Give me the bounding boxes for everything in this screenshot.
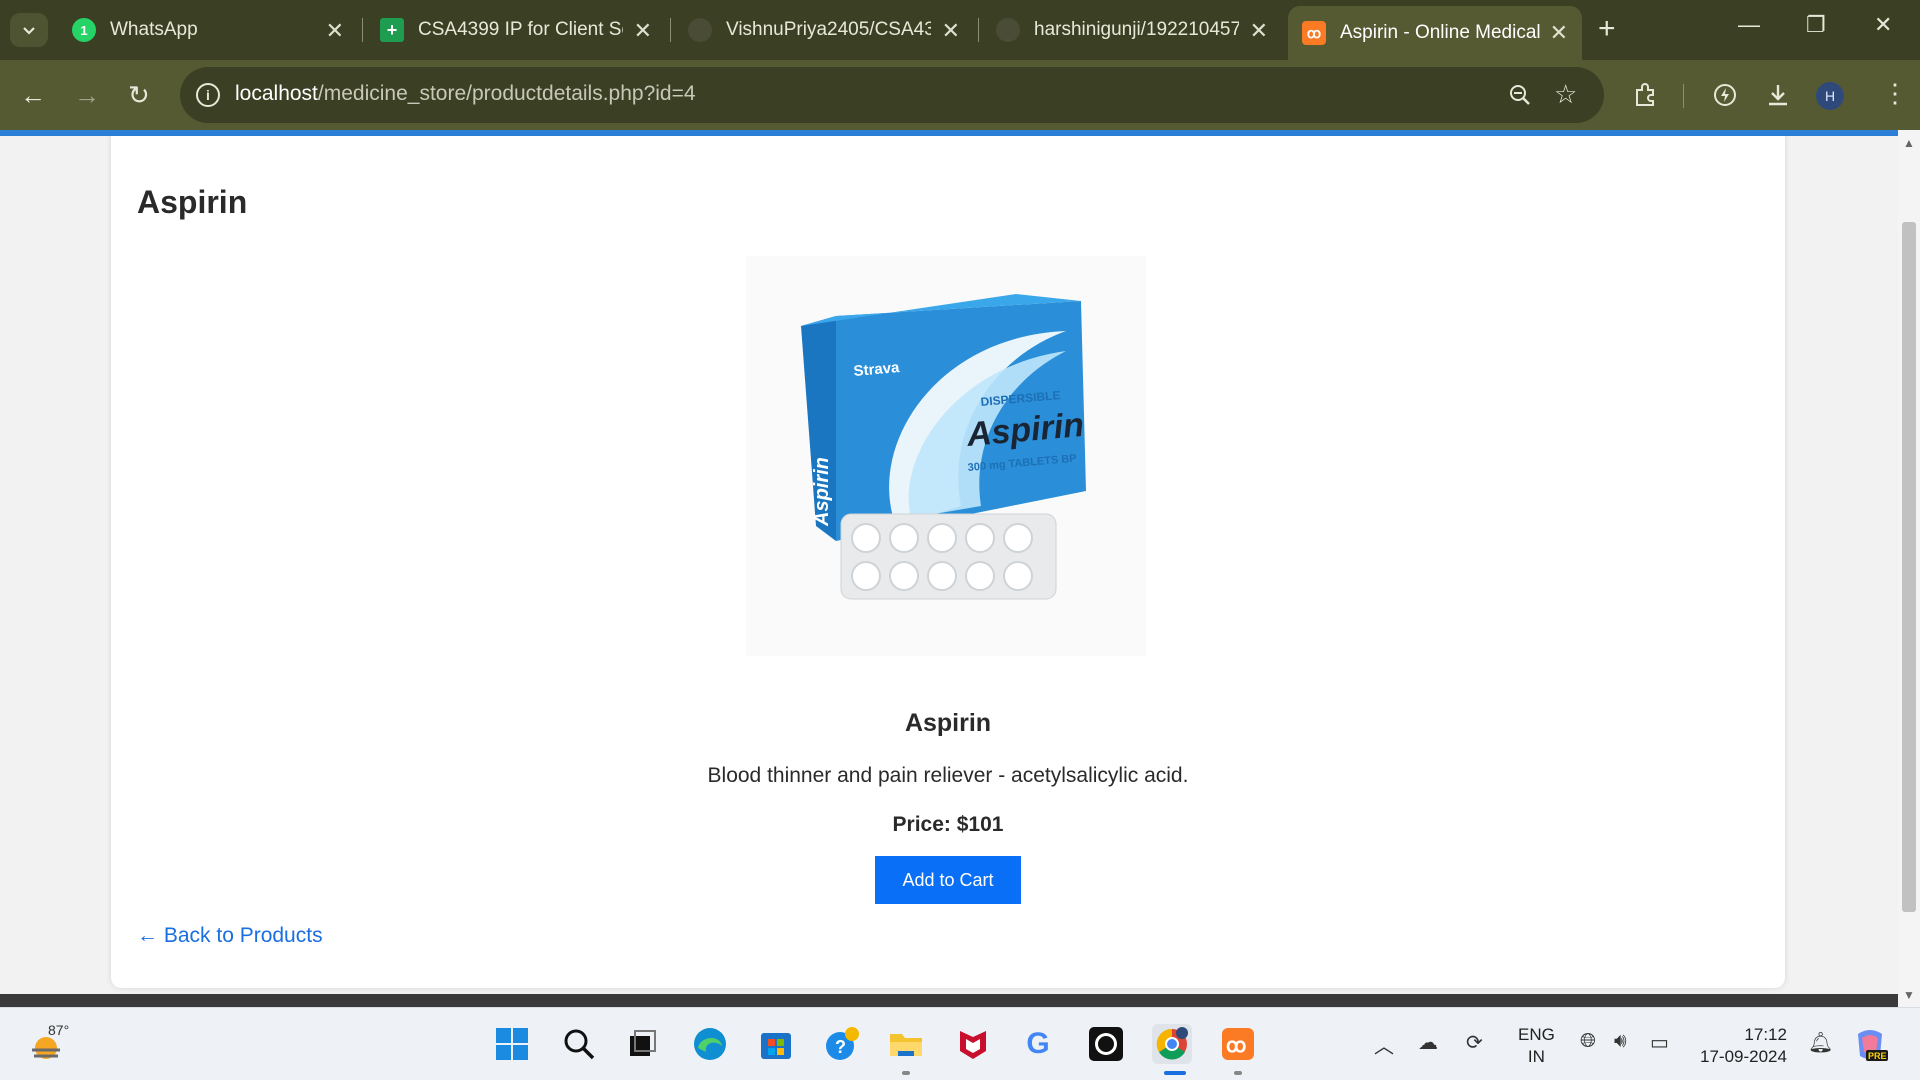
edge-icon[interactable] xyxy=(690,1024,730,1064)
add-to-cart-button[interactable]: Add to Cart xyxy=(875,856,1021,904)
task-view-icon[interactable] xyxy=(622,1024,662,1064)
sheets-icon: + xyxy=(380,18,404,42)
product-name: Aspirin xyxy=(904,709,992,737)
url-host: localhost xyxy=(235,82,318,105)
close-icon[interactable]: ✕ xyxy=(942,18,960,44)
tab-aspirin[interactable]: ꝏ Aspirin - Online Medical ✕ xyxy=(1288,6,1582,60)
download-icon[interactable] xyxy=(1765,82,1791,108)
new-tab-button[interactable]: + xyxy=(1598,12,1616,46)
tab-strip: 1 WhatsApp ✕ + CSA4399 IP for Client Ser… xyxy=(0,0,1920,60)
tab-search-button[interactable] xyxy=(10,13,48,47)
microsoft-store-icon[interactable] xyxy=(756,1024,796,1064)
search-icon[interactable] xyxy=(559,1024,599,1064)
back-to-products-link[interactable]: ← Back to Products xyxy=(137,924,323,948)
minimize-button[interactable]: — xyxy=(1738,12,1760,38)
scroll-down-arrow-icon[interactable]: ▼ xyxy=(1903,988,1915,1002)
start-windows-icon[interactable] xyxy=(492,1024,532,1064)
running-indicator xyxy=(902,1071,910,1075)
tab-title: CSA4399 IP for Client Ser xyxy=(418,19,623,40)
scrollbar-thumb[interactable] xyxy=(1902,222,1916,912)
notification-bell-icon[interactable]: 🔔︎ xyxy=(1808,1030,1833,1055)
page-viewport: Aspirin Strava DISPERSIBLE Aspirin 300 m… xyxy=(0,136,1898,994)
medicine-box-illustration: Strava DISPERSIBLE Aspirin 300 mg TABLET… xyxy=(801,294,1086,600)
product-card: Aspirin Strava DISPERSIBLE Aspirin 300 m… xyxy=(111,136,1785,988)
menu-kebab-icon[interactable]: ⋮ xyxy=(1882,78,1908,109)
xampp-icon: ꝏ xyxy=(1302,21,1326,45)
url-text[interactable]: localhost/medicine_store/productdetails.… xyxy=(235,82,696,106)
site-info-icon[interactable]: i xyxy=(196,83,220,107)
tab-separator xyxy=(670,18,671,42)
tab-separator xyxy=(362,18,363,42)
language-top: ENG xyxy=(1518,1025,1555,1044)
battery-icon[interactable]: ▭ xyxy=(1650,1030,1669,1055)
mcafee-icon[interactable] xyxy=(953,1024,993,1064)
back-arrow-icon[interactable]: ← xyxy=(20,80,46,111)
network-globe-icon[interactable]: 🌐︎ xyxy=(1580,1030,1596,1053)
tab-harshini[interactable]: harshinigunji/192210457 ✕ xyxy=(982,8,1282,52)
close-icon[interactable]: ✕ xyxy=(1250,18,1268,44)
running-indicator xyxy=(1234,1071,1242,1075)
copilot-icon[interactable]: PRE xyxy=(1852,1026,1888,1062)
whatsapp-icon: 1 xyxy=(72,18,96,42)
performance-icon[interactable] xyxy=(1712,82,1738,108)
box-side-label: Aspirin xyxy=(811,457,833,527)
product-description: Blood thinner and pain reliever - acetyl… xyxy=(707,764,1189,787)
close-icon[interactable]: ✕ xyxy=(326,18,344,44)
clock-time: 17:12 xyxy=(1744,1025,1787,1044)
github-icon[interactable] xyxy=(1086,1024,1126,1064)
volume-icon[interactable]: 🔊︎ xyxy=(1614,1030,1627,1053)
reload-icon[interactable]: ↻ xyxy=(128,80,150,111)
copilot-badge: PRE xyxy=(1868,1051,1887,1061)
tab-title: WhatsApp xyxy=(110,19,198,40)
tab-separator xyxy=(978,18,979,42)
xampp-icon[interactable]: ꝏ xyxy=(1218,1024,1258,1064)
browser-toolbar: ← → ↻ i localhost/medicine_store/product… xyxy=(0,60,1920,130)
page-scrollbar[interactable]: ▲ ▼ xyxy=(1898,130,1920,1007)
scroll-up-arrow-icon[interactable]: ▲ xyxy=(1903,136,1915,150)
profile-avatar[interactable]: H xyxy=(1816,82,1844,110)
page-title: Aspirin xyxy=(137,184,248,220)
active-app-indicator xyxy=(1164,1071,1186,1075)
forward-arrow-icon[interactable]: → xyxy=(74,80,100,111)
close-icon[interactable]: ✕ xyxy=(1550,20,1568,46)
sync-icon[interactable]: ⟳ xyxy=(1466,1030,1483,1055)
google-icon[interactable]: G xyxy=(1018,1024,1058,1064)
language-indicator[interactable]: ENG IN xyxy=(1518,1024,1555,1068)
extensions-icon[interactable] xyxy=(1632,82,1658,108)
restore-button[interactable]: ❐ xyxy=(1806,12,1826,38)
close-icon[interactable]: ✕ xyxy=(634,18,652,44)
system-clock[interactable]: 17:12 17-09-2024 xyxy=(1700,1024,1787,1068)
tab-title: harshinigunji/192210457 xyxy=(1034,19,1239,40)
github-icon xyxy=(688,18,712,42)
bookmark-star-icon[interactable]: ☆ xyxy=(1554,79,1577,110)
tab-title: Aspirin - Online Medical xyxy=(1340,22,1541,43)
language-bottom: IN xyxy=(1527,1047,1545,1066)
close-window-button[interactable]: ✕ xyxy=(1874,12,1892,38)
svg-text:?: ? xyxy=(835,1037,846,1057)
tab-vishnupriya[interactable]: VishnuPriya2405/CSA439 ✕ xyxy=(674,8,974,52)
tab-whatsapp[interactable]: 1 WhatsApp ✕ xyxy=(58,8,358,52)
chrome-icon[interactable] xyxy=(1152,1024,1192,1064)
clock-date: 17-09-2024 xyxy=(1700,1047,1787,1066)
zoom-icon[interactable] xyxy=(1508,83,1532,107)
toolbar-separator xyxy=(1683,84,1684,108)
file-explorer-icon[interactable] xyxy=(886,1024,926,1064)
page-bottom-strip xyxy=(0,994,1898,1007)
taskbar: 87° ? G ꝏ ︿ ☁ ⟳ ENG IN 🌐︎ 🔊︎ ▭ 17:12 17-… xyxy=(0,1007,1920,1080)
chevron-down-icon xyxy=(23,27,35,35)
url-path: /medicine_store/productdetails.php?id=4 xyxy=(317,82,696,105)
weather-temperature: 87° xyxy=(48,1022,70,1038)
help-icon[interactable]: ? xyxy=(822,1024,862,1064)
product-price: Price: $101 xyxy=(892,813,1004,836)
address-bar[interactable]: i localhost/medicine_store/productdetail… xyxy=(180,67,1604,123)
show-hidden-icons-chevron-up-icon[interactable]: ︿ xyxy=(1374,1030,1394,1059)
tab-title: VishnuPriya2405/CSA439 xyxy=(726,19,931,40)
tab-csa4399[interactable]: + CSA4399 IP for Client Ser ✕ xyxy=(366,8,666,52)
onedrive-cloud-icon[interactable]: ☁ xyxy=(1418,1030,1438,1055)
product-image: Strava DISPERSIBLE Aspirin 300 mg TABLET… xyxy=(746,256,1146,656)
github-icon xyxy=(996,18,1020,42)
svg-text:ꝏ: ꝏ xyxy=(1226,1035,1246,1057)
